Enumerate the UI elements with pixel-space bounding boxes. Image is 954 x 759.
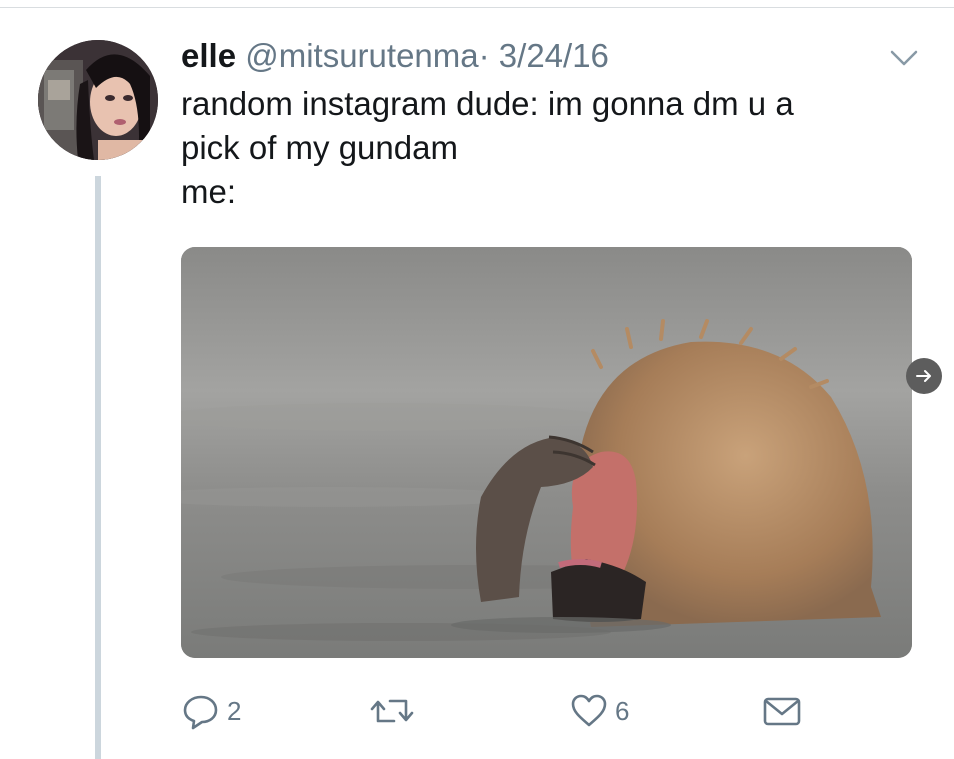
envelope-icon [763,697,801,726]
reply-icon [183,695,218,730]
direct-message-button[interactable] [761,685,803,737]
tweet-text: random instagram dude: im gonna dm u a p… [181,85,794,210]
like-count: 6 [615,695,630,726]
tweet-date[interactable]: 3/24/16 [499,37,609,74]
more-options-button[interactable] [884,44,924,72]
display-name[interactable]: elle [181,37,236,74]
avatar-image [38,40,158,160]
thread-line [95,176,101,759]
avatar[interactable] [38,40,158,160]
retweet-icon [370,699,414,723]
next-media-button[interactable] [906,358,942,394]
media-image [181,247,912,658]
tweet-media[interactable] [181,247,912,658]
arrow-right-icon [916,370,931,382]
heart-icon [571,694,607,727]
reply-button[interactable]: 2 [181,685,241,737]
like-button[interactable]: 6 [569,685,629,737]
handle[interactable]: @mitsurutenma [245,37,478,74]
chevron-down-icon [890,50,918,66]
separator: · [478,37,490,74]
tweet-header: elle @mitsurutenma· 3/24/16 [181,36,609,76]
top-divider [0,7,954,8]
tweet-actions: 2 6 [181,685,921,737]
retweet-button[interactable] [366,685,418,737]
reply-count: 2 [227,695,242,726]
